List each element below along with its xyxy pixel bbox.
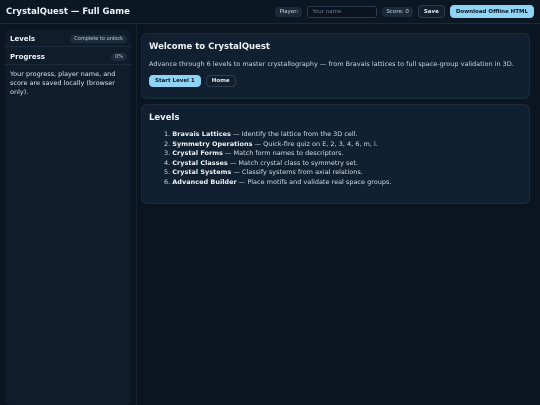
welcome-card: Welcome to CrystalQuest Advance through … xyxy=(141,33,530,99)
level-number: 4. xyxy=(164,158,171,167)
header-controls: Player: Score: 0 Save Download Offline H… xyxy=(275,5,534,18)
welcome-actions: Start Level 1 Home xyxy=(149,75,522,87)
level-number: 2. xyxy=(164,139,171,148)
level-description: — Quick-fire quiz on E, 2, 3, 4, 6, m, i… xyxy=(252,139,378,148)
sidebar-levels-title: Levels xyxy=(10,34,36,43)
sidebar-progress-title: Progress xyxy=(10,52,45,61)
save-button[interactable]: Save xyxy=(417,5,445,18)
app-header: CrystalQuest — Full Game Player: Score: … xyxy=(0,0,540,24)
level-description: — Identify the lattice from the 3D cell. xyxy=(230,130,358,138)
levels-title: Levels xyxy=(149,113,180,123)
level-item: 3. Crystal Forms — Match form names to d… xyxy=(164,149,522,159)
sidebar: Levels Complete to unlock Progress 0% Yo… xyxy=(5,29,131,405)
progress-badge: 0% xyxy=(111,52,127,61)
levels-list: 1. Bravais Lattices — Identify the latti… xyxy=(149,130,522,187)
level-number: 5. xyxy=(164,168,171,176)
score-badge: Score: 0 xyxy=(382,6,413,17)
app-title: CrystalQuest — Full Game xyxy=(6,6,130,17)
unlock-badge: Complete to unlock xyxy=(70,34,127,43)
player-label: Player: xyxy=(275,6,303,17)
level-item: 4. Crystal Classes — Match crystal class… xyxy=(164,159,522,169)
level-name: Crystal Systems xyxy=(172,168,232,176)
level-number: 6. xyxy=(164,177,171,186)
sidebar-levels-row: Levels Complete to unlock xyxy=(5,31,131,47)
storage-note: Your progress, player name, and score ar… xyxy=(10,70,116,96)
home-button[interactable]: Home xyxy=(205,75,236,87)
level-name: Advanced Builder xyxy=(172,177,237,186)
download-offline-button[interactable]: Download Offline HTML xyxy=(449,5,534,18)
level-name: Symmetry Operations xyxy=(172,139,253,148)
sidebar-progress-row: Progress 0% xyxy=(5,49,131,65)
level-name: Crystal Classes xyxy=(172,158,228,167)
welcome-title: Welcome to CrystalQuest xyxy=(149,42,270,52)
level-item: 2. Symmetry Operations — Quick-fire quiz… xyxy=(164,140,522,150)
level-name: Bravais Lattices xyxy=(172,130,231,138)
level-item: 5. Crystal Systems — Classify systems fr… xyxy=(164,168,522,178)
level-description: — Place motifs and validate real space g… xyxy=(236,177,392,186)
player-name-input[interactable] xyxy=(307,5,378,18)
levels-card: Levels 1. Bravais Lattices — Identify th… xyxy=(141,104,530,204)
level-description: — Match crystal class to symmetry set. xyxy=(227,158,358,167)
panel-divider xyxy=(136,24,137,405)
level-description: — Match form names to descriptors. xyxy=(222,149,344,157)
level-description: — Classify systems from axial relations. xyxy=(231,168,363,176)
start-level-button[interactable]: Start Level 1 xyxy=(149,75,201,87)
level-number: 1. xyxy=(164,130,171,138)
level-name: Crystal Forms xyxy=(172,149,223,157)
level-item: 1. Bravais Lattices — Identify the latti… xyxy=(164,130,522,140)
level-number: 3. xyxy=(164,149,171,157)
welcome-text: Advance through 6 levels to master cryst… xyxy=(149,60,514,68)
level-item: 6. Advanced Builder — Place motifs and v… xyxy=(164,178,522,188)
